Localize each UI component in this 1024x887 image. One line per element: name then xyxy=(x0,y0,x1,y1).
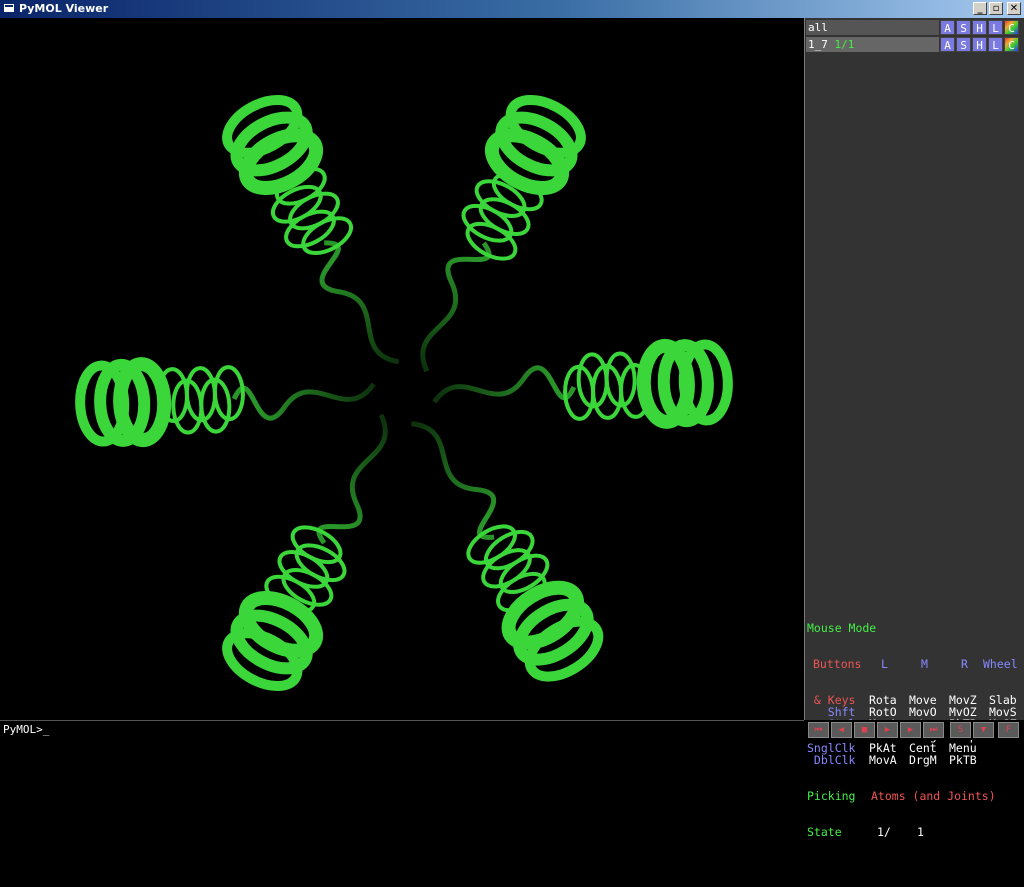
mouse-mode-cell: PkTB xyxy=(949,753,977,767)
picking-label: Picking xyxy=(807,789,856,803)
action-button[interactable]: A xyxy=(940,37,955,52)
mouse-mode-cell: DblClk xyxy=(807,753,856,767)
object-name[interactable]: all xyxy=(806,20,939,35)
fullscreen-button[interactable]: F xyxy=(998,722,1019,738)
col-wheel: Wheel xyxy=(983,657,1018,671)
maximize-button[interactable]: ▫ xyxy=(989,2,1003,15)
show-button[interactable]: S xyxy=(956,20,971,35)
show-button[interactable]: S xyxy=(956,37,971,52)
label-button[interactable]: L xyxy=(988,20,1003,35)
mouse-mode-title: Mouse Mode xyxy=(807,621,877,635)
stop-button[interactable]: ■ xyxy=(854,722,875,738)
label-button[interactable]: L xyxy=(988,37,1003,52)
object-row-1_7[interactable]: 1_7 1/1 A S H L C xyxy=(806,37,1024,53)
play-button[interactable]: ▶ xyxy=(877,722,898,738)
scene-button[interactable]: S xyxy=(950,722,971,738)
hide-button[interactable]: H xyxy=(972,20,987,35)
molecule-viewport[interactable] xyxy=(0,18,804,720)
state-label: State xyxy=(807,825,842,839)
col-r: R xyxy=(961,657,968,671)
object-name[interactable]: 1_7 1/1 xyxy=(806,37,939,52)
back-button[interactable]: ◀ xyxy=(831,722,852,738)
playback-controls: ⏮ ◀ ■ ▶ ▶ ⏭ S ▼ F xyxy=(804,720,1024,740)
protein-cartoon xyxy=(75,94,733,692)
mouse-mode-row: DblClk MovA DrgM PkTB xyxy=(805,754,1024,766)
color-button[interactable]: C xyxy=(1004,37,1019,52)
app-window-icon xyxy=(3,3,15,13)
state-value: 1/ xyxy=(877,825,891,839)
minimize-button[interactable]: _ xyxy=(973,2,987,15)
mouse-mode-cell: MovA xyxy=(869,753,897,767)
mouse-mode-cell: DrgM xyxy=(909,753,937,767)
forward-button[interactable]: ▶ xyxy=(900,722,921,738)
hide-button[interactable]: H xyxy=(972,37,987,52)
close-button[interactable]: ✕ xyxy=(1007,2,1021,15)
mouse-mode-cell: Cent xyxy=(909,741,937,755)
picking-value: Atoms (and Joints) xyxy=(871,789,996,803)
col-l: L xyxy=(881,657,888,671)
col-m: M xyxy=(921,657,928,671)
object-panel: all A S H L C 1_7 1/1 A S H L C Mouse Mo… xyxy=(804,18,1024,838)
object-row-all[interactable]: all A S H L C xyxy=(806,20,1024,36)
rewind-button[interactable]: ⏮ xyxy=(808,722,829,738)
mouse-mode-cell: Menu xyxy=(949,741,977,755)
command-input[interactable]: PyMOL>_ xyxy=(0,720,804,740)
action-button[interactable]: A xyxy=(940,20,955,35)
mouse-mode-row: SnglClk PkAt Cent Menu xyxy=(805,742,1024,754)
mouse-mode-cell: PkAt xyxy=(869,741,897,755)
color-button[interactable]: C xyxy=(1004,20,1019,35)
buttons-label: Buttons xyxy=(813,657,862,671)
end-button[interactable]: ⏭ xyxy=(923,722,944,738)
title-bar: PyMOL Viewer _ ▫ ✕ xyxy=(0,0,1024,18)
toggle-button[interactable]: ▼ xyxy=(973,722,994,738)
mouse-mode-cell: SnglClk xyxy=(807,741,856,755)
state-count: 1 xyxy=(917,825,924,839)
window-title: PyMOL Viewer xyxy=(19,2,109,15)
